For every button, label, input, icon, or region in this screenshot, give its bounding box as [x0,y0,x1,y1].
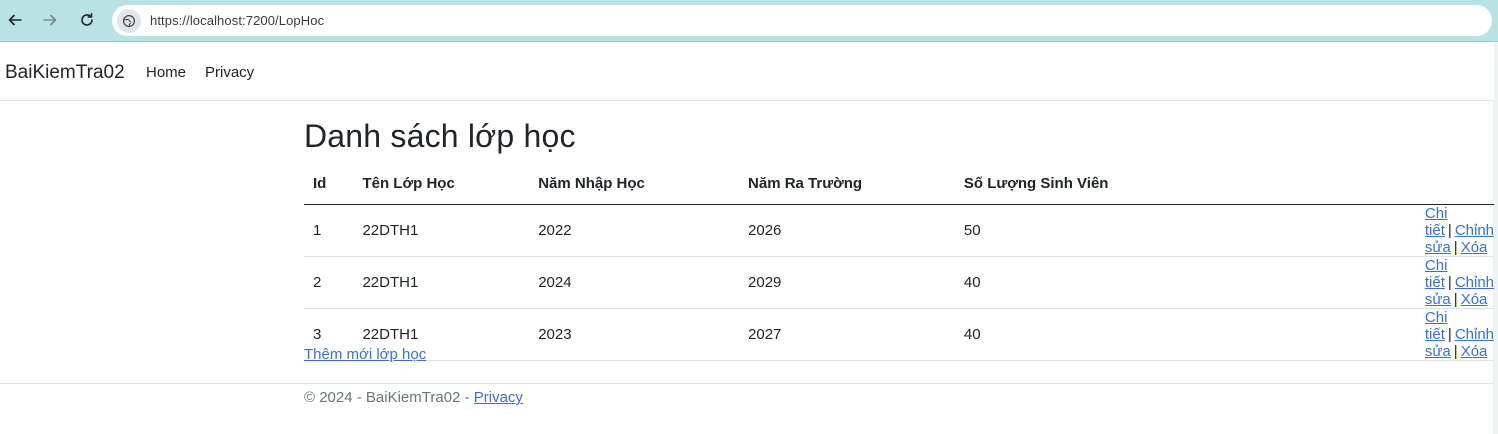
details-link[interactable]: Chi tiết [1425,257,1448,291]
cell-actions: Chi tiết | Chỉnh sửa | Xóa [1206,308,1494,361]
cell-id: 2 [304,256,354,309]
cell-year-in: 2022 [529,204,740,257]
arrow-left-icon [8,14,22,26]
delete-link[interactable]: Xóa [1461,343,1488,360]
nav-link-privacy[interactable]: Privacy [205,64,254,81]
header-student-count: Số Lượng Sinh Viên [954,163,1207,205]
header-year-out: Năm Ra Trường [739,163,955,205]
site-info-button[interactable] [117,8,141,33]
create-class-link[interactable]: Thêm mới lớp học [304,346,426,363]
reload-icon [81,13,93,26]
cell-year-out: 2029 [739,256,955,309]
footer-copyright: © 2024 - BaiKiemTra02 - [304,389,470,406]
back-button[interactable] [2,7,28,33]
app-navbar: BaiKiemTra02 Home Privacy [0,42,1494,101]
table-row: 2 22DTH1 2024 2029 40 Chi tiết | Chỉnh sửa… [304,256,1494,309]
action-separator: | [1447,273,1452,291]
header-actions [1206,163,1494,205]
header-year-in: Năm Nhập Học [529,163,740,205]
class-table: Id Tên Lớp Học Năm Nhập Học Năm Ra Trườn… [304,163,1494,361]
brand-link[interactable]: BaiKiemTra02 [5,62,125,84]
cell-student-count: 40 [954,256,1207,309]
cell-class-name: 22DTH1 [353,256,530,309]
cell-actions: Chi tiết | Chỉnh sửa | Xóa [1206,204,1494,257]
arrow-right-icon [43,14,57,26]
footer-privacy-link[interactable]: Privacy [474,389,523,406]
action-separator: | [1447,221,1452,239]
footer-text-block: © 2024 - BaiKiemTra02 - Privacy [304,389,523,406]
browser-toolbar: https://localhost:7200/LopHoc [0,0,1498,42]
cell-year-in: 2024 [529,256,740,309]
details-link[interactable]: Chi tiết [1425,205,1448,239]
reload-button[interactable] [74,7,100,33]
cell-year-out: 2026 [739,204,955,257]
table-header-row: Id Tên Lớp Học Năm Nhập Học Năm Ra Trườn… [304,163,1494,205]
cell-class-name: 22DTH1 [353,204,530,257]
cell-student-count: 50 [954,204,1207,257]
cell-id: 1 [304,204,354,257]
header-id: Id [304,163,354,205]
cell-year-out: 2027 [739,308,955,361]
action-separator: | [1453,238,1458,256]
action-separator: | [1453,342,1458,360]
address-bar[interactable]: https://localhost:7200/LopHoc [112,5,1492,36]
table-row: 1 22DTH1 2022 2026 50 Chi tiết | Chỉnh sửa… [304,204,1494,257]
cell-student-count: 40 [954,308,1207,361]
forward-button[interactable] [37,7,63,33]
cell-year-in: 2023 [529,308,740,361]
header-class-name: Tên Lớp Học [353,163,530,205]
globe-icon [122,14,136,27]
delete-link[interactable]: Xóa [1461,291,1488,308]
action-separator: | [1453,290,1458,308]
details-link[interactable]: Chi tiết [1425,309,1448,343]
delete-link[interactable]: Xóa [1461,239,1488,256]
action-separator: | [1447,325,1452,343]
url-text[interactable]: https://localhost:7200/LopHoc [150,13,324,28]
nav-link-home[interactable]: Home [146,64,186,81]
page-footer: © 2024 - BaiKiemTra02 - Privacy [0,383,1494,434]
cell-actions: Chi tiết | Chỉnh sửa | Xóa [1206,256,1494,309]
table-row: 3 22DTH1 2023 2027 40 Chi tiết | Chỉnh sửa… [304,308,1494,361]
page-title: Danh sách lớp học [304,118,576,154]
